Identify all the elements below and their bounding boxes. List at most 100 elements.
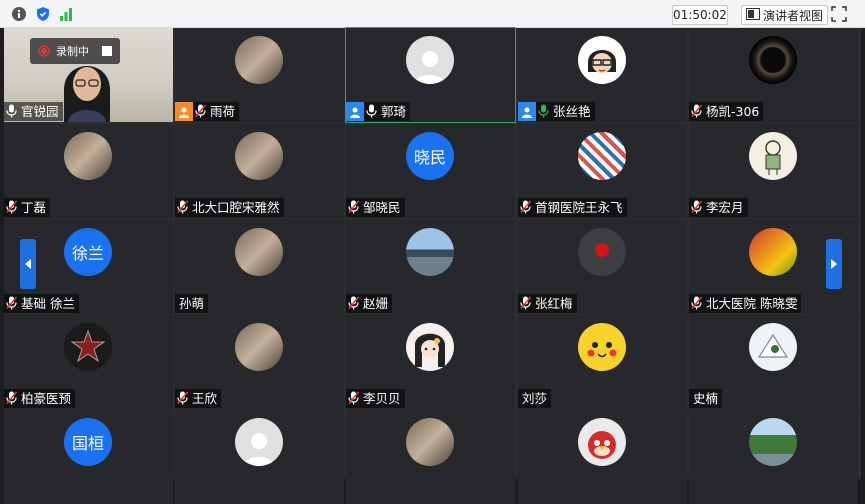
participant-tile[interactable] bbox=[175, 410, 344, 504]
avatar bbox=[749, 36, 797, 84]
participant-name: 柏豪医预 bbox=[21, 391, 72, 406]
participant-name: 基础 徐兰 bbox=[21, 296, 75, 311]
mic-muted-icon bbox=[6, 296, 19, 311]
avatar bbox=[749, 132, 797, 180]
participant-name: 史楠 bbox=[693, 391, 719, 406]
participant-tile[interactable]: 张红梅 bbox=[518, 220, 687, 314]
mic-muted-icon bbox=[348, 391, 361, 406]
avatar bbox=[406, 418, 454, 466]
avatar: 国桓 bbox=[64, 418, 112, 466]
info-icon[interactable] bbox=[11, 6, 27, 22]
mic-muted-icon bbox=[195, 104, 208, 119]
mic-muted-icon bbox=[348, 296, 361, 311]
avatar bbox=[235, 323, 283, 371]
top-toolbar: 01:50:02 演讲者视图 bbox=[0, 0, 865, 28]
participant-name-tag: 孙萌 bbox=[175, 294, 209, 313]
user-role-icon bbox=[518, 102, 536, 121]
participant-name-tag: 刘莎 bbox=[518, 389, 552, 408]
shield-icon[interactable] bbox=[35, 6, 51, 22]
avatar bbox=[578, 132, 626, 180]
participant-name: 王欣 bbox=[192, 391, 218, 406]
participant-name: 首钢医院王永飞 bbox=[535, 200, 623, 215]
meeting-timer: 01:50:02 bbox=[672, 5, 728, 25]
participant-tile[interactable]: 晓民邹晓民 bbox=[346, 124, 515, 218]
participant-name-tag: 柏豪医预 bbox=[4, 389, 76, 408]
participant-name-tag: 邹晓民 bbox=[346, 198, 405, 217]
participant-tile[interactable]: 丁磊 bbox=[4, 124, 173, 218]
mic-muted-icon bbox=[177, 391, 190, 406]
stop-recording-icon[interactable] bbox=[101, 45, 113, 57]
avatar bbox=[235, 132, 283, 180]
participant-name: 邹晓民 bbox=[363, 200, 401, 215]
avatar bbox=[749, 228, 797, 276]
participant-tile[interactable]: 郭琦 bbox=[345, 27, 516, 123]
participant-name-tag: 雨荷 bbox=[175, 102, 240, 121]
mic-muted-icon bbox=[177, 200, 190, 215]
prev-page-arrow[interactable] bbox=[20, 239, 36, 289]
avatar: 徐兰 bbox=[64, 228, 112, 276]
participant-name: 赵姗 bbox=[363, 296, 389, 311]
mic-icon bbox=[366, 104, 379, 119]
participant-name-tag: 基础 徐兰 bbox=[4, 294, 79, 313]
participant-name: 官锐园 bbox=[21, 104, 59, 119]
participant-name-tag: 王欣 bbox=[175, 389, 222, 408]
participant-tile[interactable]: 杨凯-306 bbox=[689, 28, 858, 122]
participant-name-tag: 丁磊 bbox=[4, 198, 51, 217]
fullscreen-icon[interactable] bbox=[831, 6, 847, 22]
participant-name-tag: 北大医院 陈晓雯 bbox=[689, 294, 802, 313]
next-page-arrow[interactable] bbox=[826, 239, 842, 289]
mic-icon bbox=[6, 104, 19, 119]
participant-tile[interactable]: 录制中官锐园 bbox=[4, 28, 173, 122]
participant-name: 丁磊 bbox=[21, 200, 47, 215]
participant-name: 李宏月 bbox=[706, 200, 744, 215]
avatar bbox=[235, 36, 283, 84]
record-dot-icon bbox=[38, 45, 50, 57]
avatar: 晓民 bbox=[406, 132, 454, 180]
participant-tile[interactable]: 首钢医院王永飞 bbox=[518, 124, 687, 218]
mic-muted-icon bbox=[6, 200, 19, 215]
user-role-icon bbox=[175, 102, 193, 121]
avatar bbox=[749, 323, 797, 371]
participant-tile[interactable]: 北大口腔宋雅然 bbox=[175, 124, 344, 218]
participant-tile[interactable]: 孙萌 bbox=[175, 220, 344, 314]
signal-icon[interactable] bbox=[58, 6, 74, 22]
participant-name-tag: 史楠 bbox=[689, 389, 723, 408]
participant-tile[interactable]: 李贝贝 bbox=[346, 315, 515, 409]
user-role-icon bbox=[346, 102, 364, 121]
avatar-initials: 徐兰 bbox=[64, 228, 112, 276]
participant-tile[interactable]: 雨荷 bbox=[175, 28, 344, 122]
avatar bbox=[749, 418, 797, 466]
participant-tile[interactable]: 国桓 bbox=[4, 410, 173, 504]
participant-name: 北大医院 陈晓雯 bbox=[706, 296, 798, 311]
avatar bbox=[406, 323, 454, 371]
mic-muted-icon bbox=[691, 200, 704, 215]
avatar bbox=[235, 228, 283, 276]
mic-muted-icon bbox=[348, 200, 361, 215]
mic-icon bbox=[538, 104, 551, 119]
avatar bbox=[578, 418, 626, 466]
avatar bbox=[578, 228, 626, 276]
avatar bbox=[235, 418, 283, 466]
participant-grid: 录制中 官锐园 雨荷 郭琦 张丝艳 杨凯-306 丁磊 北大口腔宋雅然 晓民 邹晓民 首钢医院王永飞… bbox=[4, 27, 861, 504]
mic-muted-icon bbox=[520, 200, 533, 215]
participant-tile[interactable]: 刘莎 bbox=[518, 315, 687, 409]
participant-tile[interactable] bbox=[518, 410, 687, 504]
participant-tile[interactable]: 张丝艳 bbox=[518, 28, 687, 122]
participant-tile[interactable] bbox=[689, 410, 858, 504]
participant-tile[interactable]: 史楠 bbox=[689, 315, 858, 409]
avatar bbox=[64, 132, 112, 180]
speaker-view-button[interactable]: 演讲者视图 bbox=[741, 5, 829, 25]
participant-tile[interactable] bbox=[346, 410, 515, 504]
participant-name: 雨荷 bbox=[210, 104, 236, 119]
participant-name-tag: 首钢医院王永飞 bbox=[518, 198, 627, 217]
recording-indicator[interactable]: 录制中 bbox=[30, 38, 120, 64]
participant-name-tag: 张丝艳 bbox=[518, 102, 595, 121]
mic-muted-icon bbox=[691, 104, 704, 119]
participant-tile[interactable]: 李宏月 bbox=[689, 124, 858, 218]
avatar bbox=[406, 36, 454, 84]
participant-tile[interactable]: 柏豪医预 bbox=[4, 315, 173, 409]
participant-name: 孙萌 bbox=[179, 296, 205, 311]
speaker-view-label: 演讲者视图 bbox=[763, 8, 824, 23]
participant-tile[interactable]: 赵姗 bbox=[346, 220, 515, 314]
participant-tile[interactable]: 王欣 bbox=[175, 315, 344, 409]
